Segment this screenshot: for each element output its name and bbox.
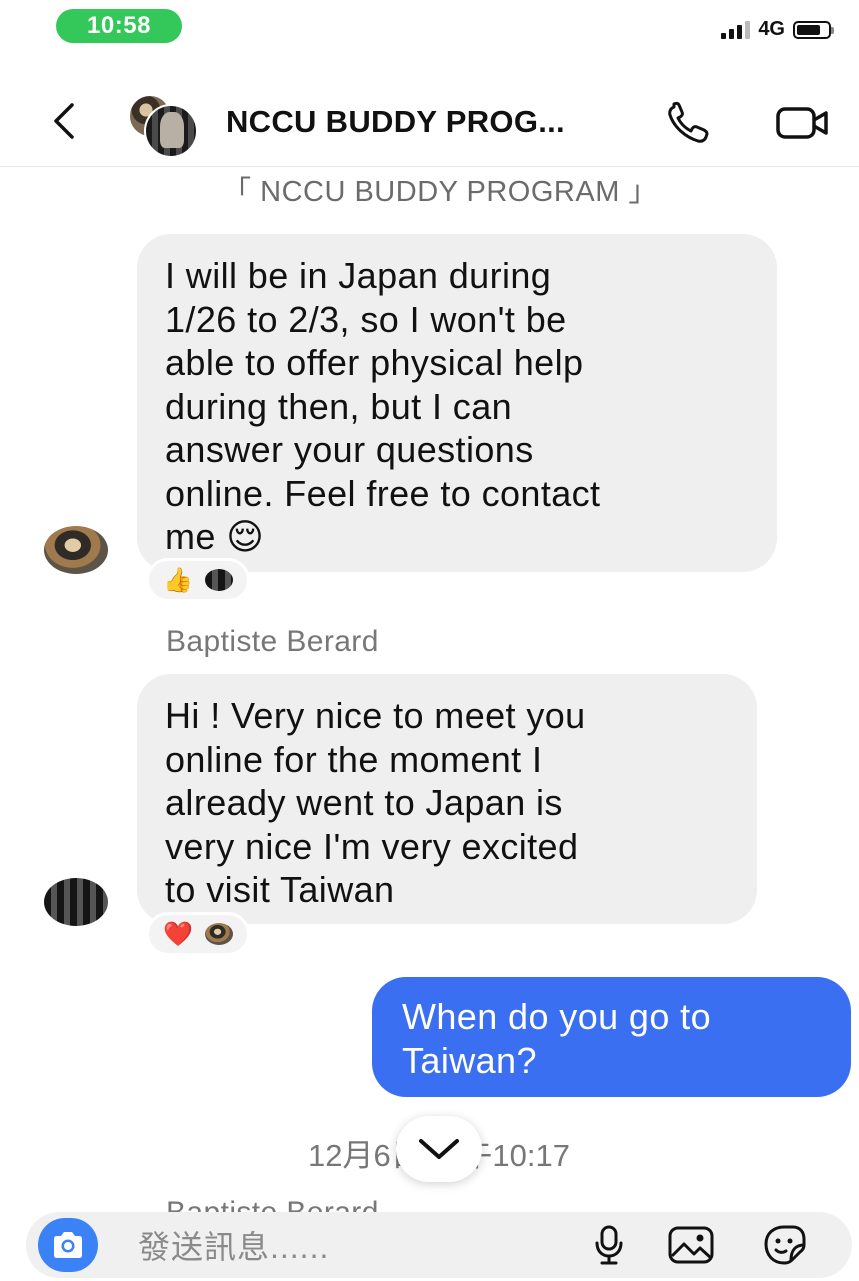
message-line: I will be in Japan during	[165, 255, 552, 296]
back-button[interactable]	[38, 96, 88, 146]
message-line: Taiwan?	[402, 1039, 537, 1081]
thumbs-up-reaction: 👍	[163, 566, 193, 594]
message-reactions[interactable]: ❤️	[146, 912, 250, 956]
camera-icon	[54, 1232, 82, 1258]
battery-icon	[793, 20, 834, 39]
heart-reaction: ❤️	[163, 920, 193, 948]
microphone-button[interactable]	[584, 1222, 634, 1268]
message-line: online for the moment I	[165, 738, 543, 780]
chat-title[interactable]: NCCU BUDDY PROG...	[226, 104, 565, 140]
message-bubble[interactable]: Hi ! Very nice to meet you online for th…	[137, 674, 757, 924]
sticker-button[interactable]	[760, 1222, 810, 1268]
sender-avatar[interactable]	[44, 878, 108, 926]
video-call-button[interactable]	[770, 98, 836, 148]
message-bubble[interactable]: I will be in Japan during 1/26 to 2/3, s…	[137, 234, 777, 572]
reactor-avatar	[204, 569, 233, 591]
chevron-down-icon	[419, 1139, 459, 1159]
message-line: online. Feel free to contact	[165, 472, 601, 514]
message-input[interactable]: 發送訊息......	[138, 1222, 329, 1268]
image-icon	[668, 1226, 714, 1264]
message-line: during then, but I can	[165, 385, 513, 427]
message-line: very nice I'm very excited	[165, 825, 579, 867]
chevron-left-icon	[54, 103, 74, 139]
message-line: When do you go to	[402, 996, 712, 1037]
message-line: able to offer physical help	[165, 342, 584, 383]
video-camera-icon	[776, 107, 828, 139]
microphone-icon	[595, 1225, 623, 1265]
voice-call-button[interactable]	[662, 98, 718, 148]
message-composer: 發送訊息......	[26, 1212, 852, 1278]
camera-button[interactable]	[38, 1218, 98, 1272]
phone-icon	[668, 101, 709, 143]
signal-strength-icon	[721, 20, 751, 39]
sender-name: Baptiste Berard	[166, 625, 379, 658]
sender-avatar[interactable]	[44, 526, 108, 574]
message-line: to visit Taiwan	[165, 869, 395, 910]
status-time: 10:58	[56, 9, 182, 43]
group-avatar[interactable]	[126, 94, 204, 158]
message-reactions[interactable]: 👍	[146, 558, 250, 602]
network-type: 4G	[758, 18, 785, 40]
message-line: already went to Japan is	[165, 782, 563, 823]
message-line: Hi ! Very nice to meet you	[165, 695, 586, 736]
group-name-label: 「 NCCU BUDDY PROGRAM 」	[222, 176, 658, 208]
outgoing-message-bubble[interactable]: When do you go to Taiwan?	[372, 977, 851, 1097]
message-line: answer your questions	[165, 429, 534, 470]
reactor-avatar	[204, 923, 233, 945]
scroll-to-bottom-button[interactable]	[396, 1116, 482, 1182]
sticker-icon	[764, 1225, 806, 1265]
message-line: me 😌	[165, 516, 265, 557]
message-line: 1/26 to 2/3, so I won't be	[165, 298, 567, 340]
gallery-button[interactable]	[666, 1222, 716, 1268]
group-avatar-photo-2	[144, 104, 198, 158]
chat-header: NCCU BUDDY PROG...	[0, 80, 859, 167]
status-indicators: 4G	[721, 18, 834, 41]
